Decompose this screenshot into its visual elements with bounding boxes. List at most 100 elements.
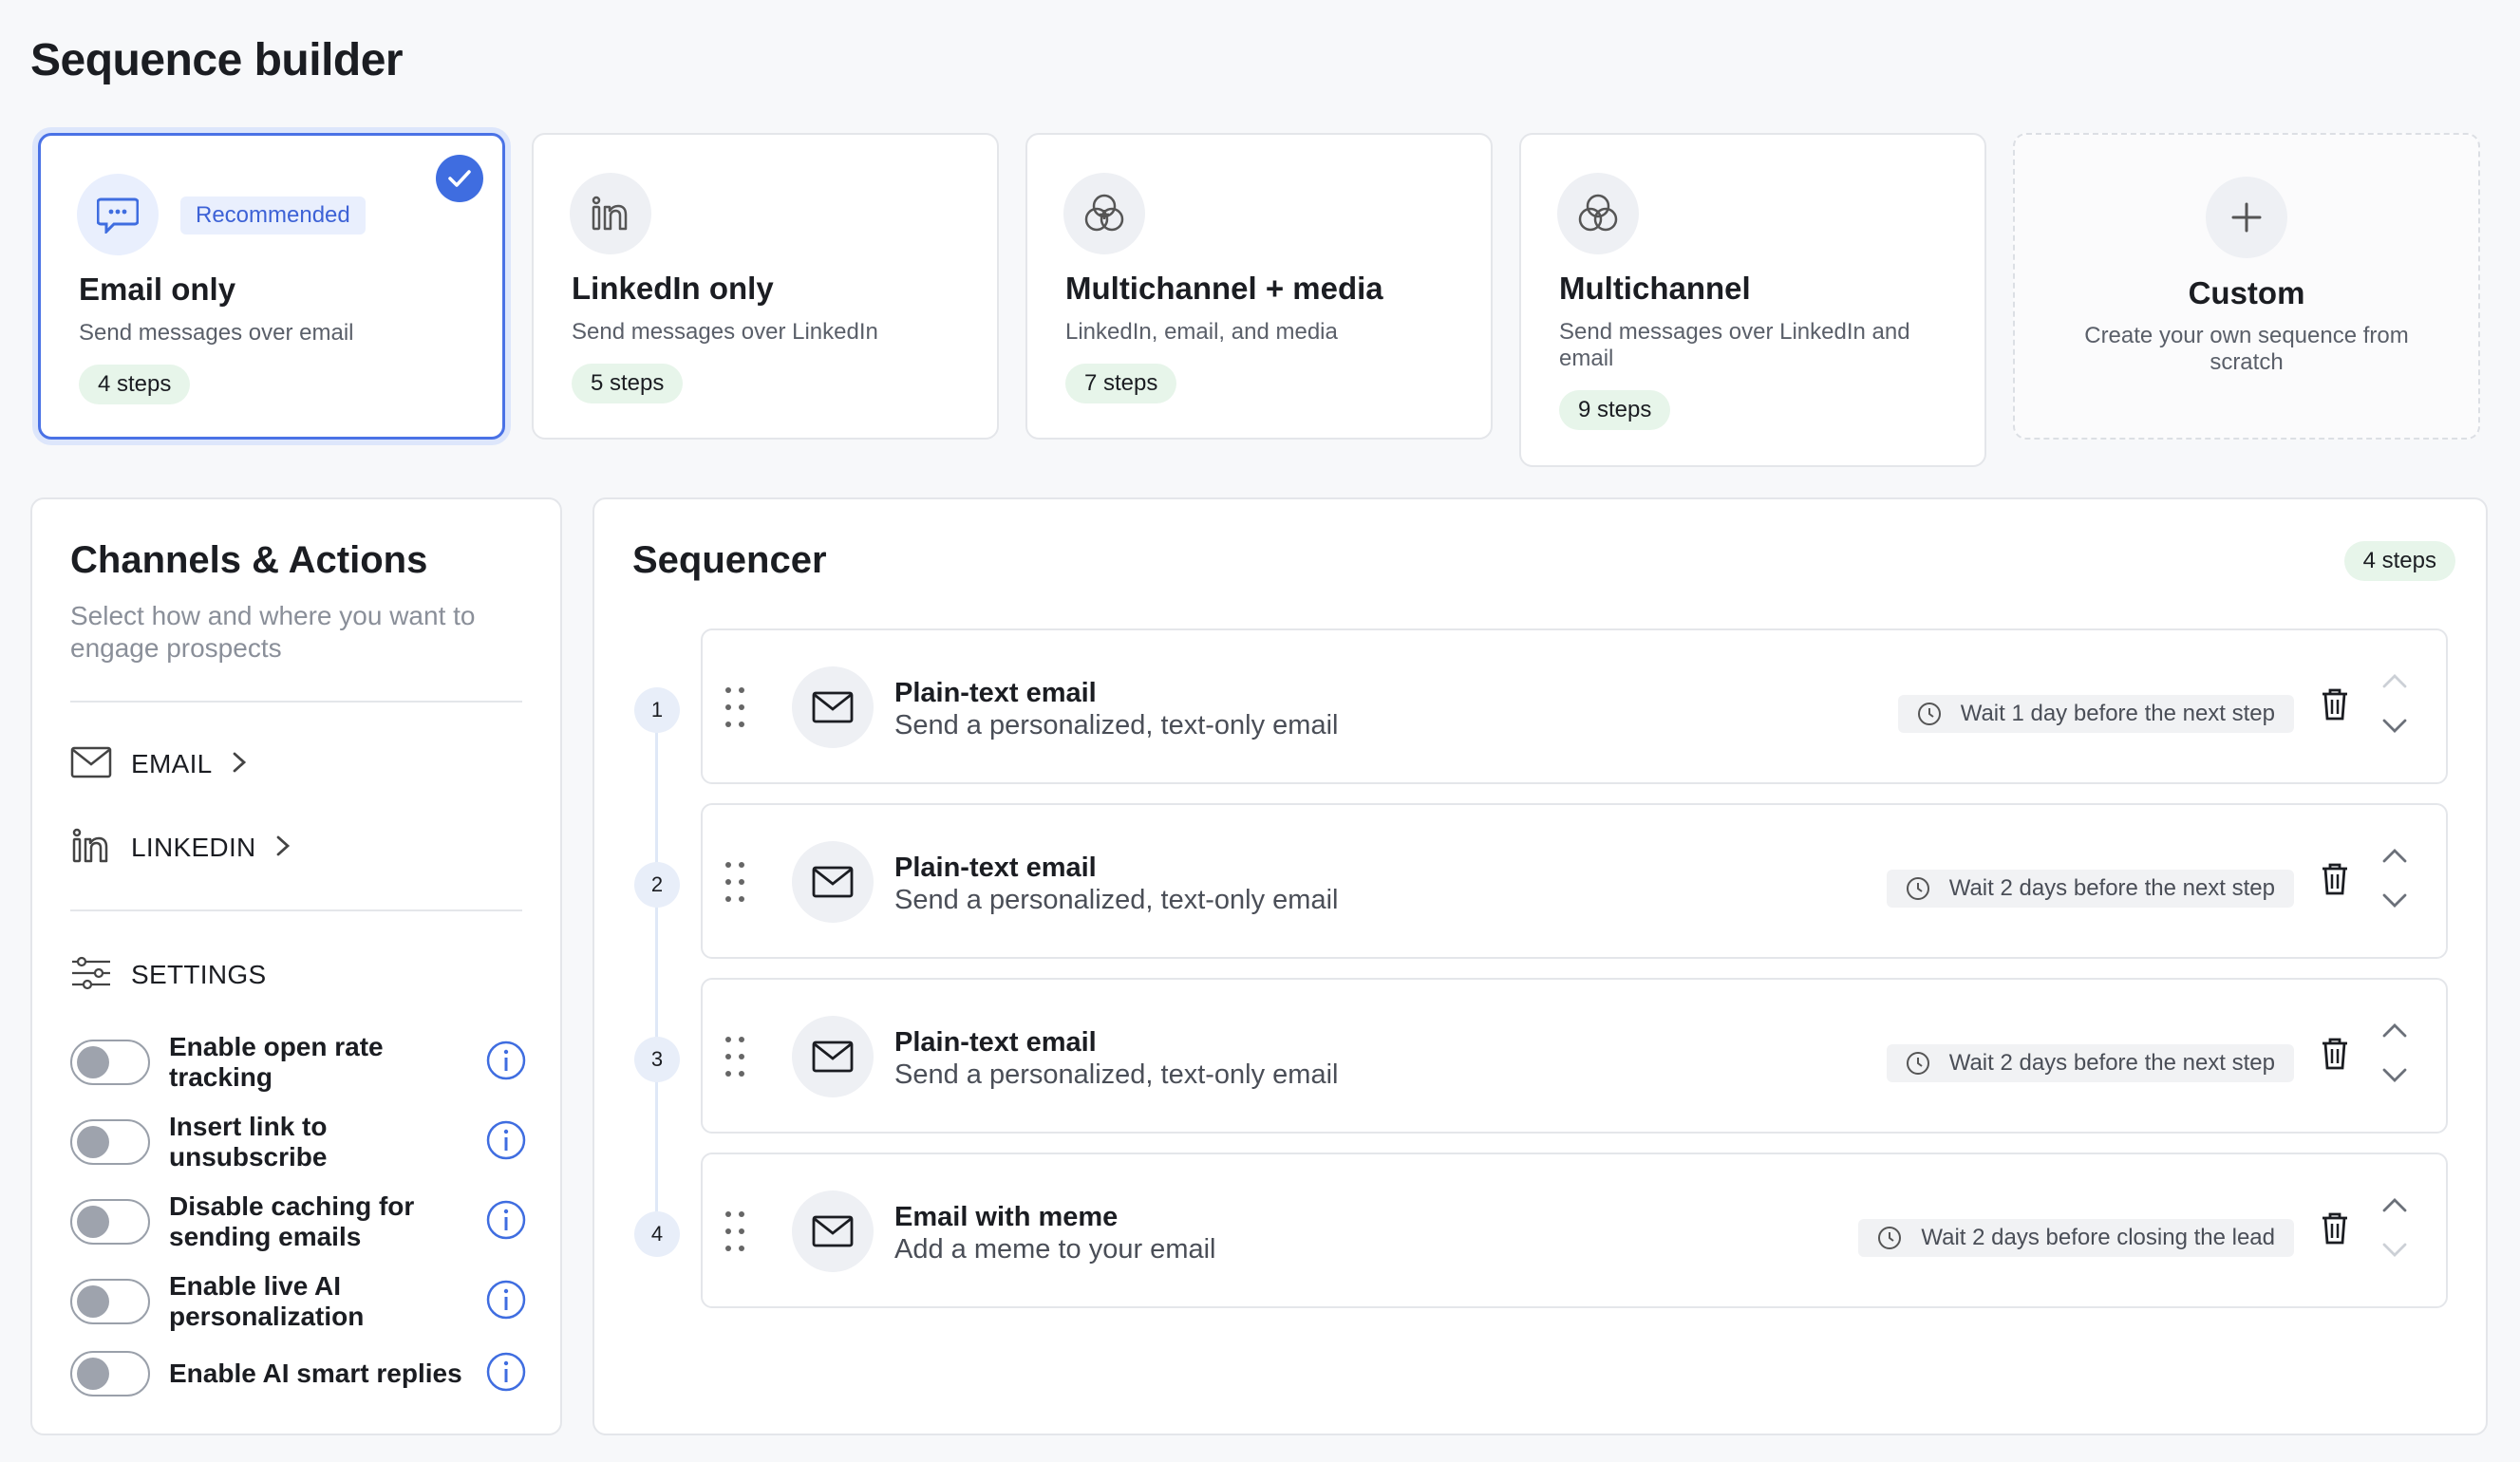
template-title: Multichannel — [1559, 271, 1751, 306]
setting-label: Enable live AI personalization — [169, 1271, 365, 1331]
page-title: Sequence builder — [30, 35, 404, 85]
template-title: Email only — [79, 272, 236, 307]
wait-label: Wait 2 days before closing the lead — [1921, 1225, 2275, 1250]
toggle-switch[interactable] — [70, 1351, 150, 1396]
step-description: Send a personalized, text-only email — [894, 1059, 1339, 1090]
chevron-right-icon — [232, 751, 247, 778]
trash-icon[interactable] — [2321, 687, 2349, 726]
trash-icon[interactable] — [2321, 1211, 2349, 1250]
trash-icon[interactable] — [2321, 1037, 2349, 1076]
template-description: LinkedIn, email, and media — [1065, 319, 1338, 345]
chevron-up-icon[interactable] — [2381, 672, 2408, 694]
multichannel-icon — [1557, 173, 1639, 254]
setting-label: Enable AI smart replies — [169, 1359, 462, 1388]
chevron-up-icon[interactable] — [2381, 1196, 2408, 1218]
panel-subtitle: Select how and where you want to engage … — [70, 601, 476, 663]
chevron-down-icon[interactable] — [2381, 892, 2408, 914]
steps-badge: 7 steps — [1065, 364, 1177, 403]
step-title: Email with meme — [894, 1202, 1119, 1232]
setting-open-rate-tracking: Enable open rate tracking — [70, 1029, 526, 1096]
steps-count-badge: 4 steps — [2343, 541, 2455, 581]
setting-label: Enable open rate tracking — [169, 1032, 384, 1092]
toggle-switch[interactable] — [70, 1199, 150, 1245]
clock-icon — [1906, 1052, 1929, 1075]
sequence-step[interactable]: Plain-text email Send a personalized, te… — [701, 803, 2448, 959]
wait-label: Wait 2 days before the next step — [1948, 1050, 2275, 1076]
sequence-step[interactable]: Plain-text email Send a personalized, te… — [701, 628, 2448, 784]
toggle-switch[interactable] — [70, 1040, 150, 1085]
chat-bubble-icon — [77, 174, 159, 255]
step-description: Send a personalized, text-only email — [894, 885, 1339, 915]
template-description: Send messages over LinkedIn — [572, 319, 878, 345]
wait-duration[interactable]: Wait 2 days before the next step — [1886, 870, 2294, 908]
chevron-down-icon[interactable] — [2381, 1067, 2408, 1089]
nav-email[interactable]: EMAIL — [70, 740, 247, 788]
linkedin-icon — [70, 827, 112, 870]
template-description: Create your own sequence from scratch — [2084, 323, 2409, 375]
plus-icon — [2206, 177, 2287, 258]
nav-linkedin[interactable]: LINKEDIN — [70, 824, 291, 872]
wait-duration[interactable]: Wait 2 days before closing the lead — [1858, 1219, 2294, 1257]
chevron-up-icon[interactable] — [2381, 1022, 2408, 1043]
envelope-icon — [792, 841, 874, 923]
wait-duration[interactable]: Wait 2 days before the next step — [1886, 1044, 2294, 1082]
info-icon[interactable] — [486, 1280, 526, 1324]
toggle-switch[interactable] — [70, 1279, 150, 1324]
linkedin-icon — [570, 173, 651, 254]
drag-handle-icon[interactable] — [724, 685, 746, 734]
steps-badge: 9 steps — [1559, 390, 1671, 430]
drag-handle-icon[interactable] — [724, 860, 746, 909]
sequence-step[interactable]: Plain-text email Send a personalized, te… — [701, 978, 2448, 1134]
template-title: LinkedIn only — [572, 271, 774, 306]
envelope-icon — [70, 746, 112, 783]
timeline-line — [655, 708, 658, 1240]
setting-disable-caching: Disable caching for sending emails — [70, 1189, 526, 1255]
channels-actions-panel: Channels & Actions Select how and where … — [30, 497, 562, 1435]
step-number: 4 — [634, 1211, 680, 1257]
info-icon[interactable] — [486, 1120, 526, 1165]
template-card-custom[interactable]: Custom Create your own sequence from scr… — [2013, 133, 2480, 440]
envelope-icon — [792, 1190, 874, 1272]
drag-handle-icon[interactable] — [724, 1035, 746, 1083]
step-number: 2 — [634, 862, 680, 908]
sliders-icon — [70, 956, 112, 995]
template-description: Send messages over email — [79, 320, 354, 346]
template-card-multichannel-media[interactable]: Multichannel + media LinkedIn, email, an… — [1025, 133, 1493, 440]
sequence-step[interactable]: Email with meme Add a meme to your email… — [701, 1153, 2448, 1308]
nav-email-label: EMAIL — [131, 749, 213, 778]
wait-duration[interactable]: Wait 1 day before the next step — [1897, 695, 2294, 733]
envelope-icon — [792, 1016, 874, 1097]
chevron-down-icon[interactable] — [2381, 1242, 2408, 1264]
step-title: Plain-text email — [894, 678, 1097, 708]
setting-ai-smart-replies: Enable AI smart replies — [70, 1340, 526, 1407]
nav-linkedin-label: LINKEDIN — [131, 833, 256, 862]
chevron-right-icon — [275, 834, 291, 862]
sequencer-title: Sequencer — [632, 539, 827, 581]
info-icon[interactable] — [486, 1040, 526, 1085]
template-card-email-only[interactable]: Recommended Email only Send messages ove… — [38, 133, 505, 440]
chevron-down-icon[interactable] — [2381, 718, 2408, 740]
template-title: Custom — [2188, 275, 2305, 310]
clock-icon — [1878, 1227, 1902, 1249]
selected-check-icon — [436, 155, 483, 202]
step-title: Plain-text email — [894, 1027, 1097, 1058]
setting-live-ai-personalization: Enable live AI personalization — [70, 1268, 526, 1335]
template-card-linkedin-only[interactable]: LinkedIn only Send messages over LinkedI… — [532, 133, 999, 440]
info-icon[interactable] — [486, 1200, 526, 1245]
trash-icon[interactable] — [2321, 862, 2349, 901]
sequencer-panel: Sequencer 4 steps 1 Plain-text email Sen… — [592, 497, 2488, 1435]
drag-handle-icon[interactable] — [724, 1209, 746, 1258]
template-card-multichannel[interactable]: Multichannel Send messages over LinkedIn… — [1519, 133, 1986, 467]
template-description: Send messages over LinkedIn and email — [1559, 319, 1910, 371]
divider — [70, 909, 522, 911]
recommended-badge: Recommended — [180, 197, 366, 234]
toggle-switch[interactable] — [70, 1119, 150, 1165]
chevron-up-icon[interactable] — [2381, 847, 2408, 869]
info-icon[interactable] — [486, 1352, 526, 1396]
wait-label: Wait 1 day before the next step — [1960, 701, 2275, 726]
setting-label: Disable caching for sending emails — [169, 1191, 415, 1251]
steps-badge: 4 steps — [79, 365, 191, 404]
envelope-icon — [792, 666, 874, 748]
clock-icon — [1906, 877, 1929, 900]
step-description: Add a meme to your email — [894, 1234, 1216, 1265]
